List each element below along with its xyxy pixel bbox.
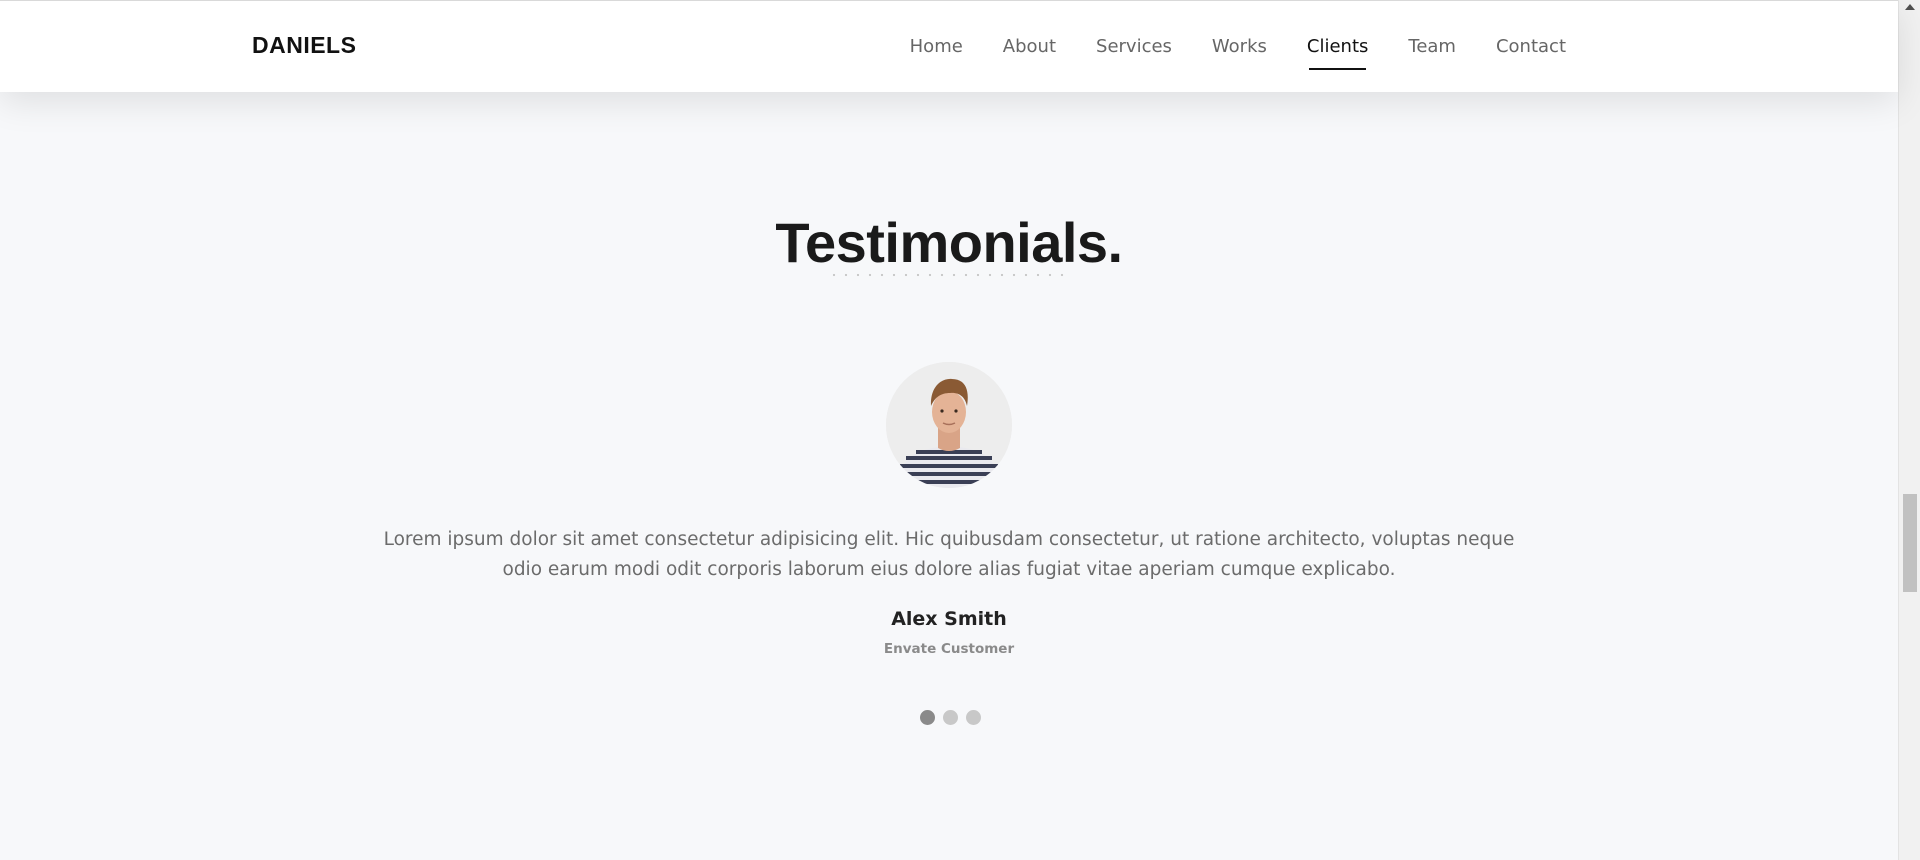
brand-logo[interactable]: DANIELS: [252, 32, 356, 59]
nav-item-contact[interactable]: Contact: [1496, 36, 1566, 58]
testimonial-avatar: [886, 362, 1012, 488]
nav-item-clients[interactable]: Clients: [1307, 36, 1368, 70]
nav-item-services[interactable]: Services: [1096, 36, 1172, 58]
testimonial-author-role: Envate Customer: [883, 641, 1015, 657]
section-title: Testimonials.: [775, 211, 1123, 274]
carousel-dot-2[interactable]: [943, 710, 958, 725]
nav-item-team[interactable]: Team: [1408, 36, 1456, 58]
testimonial-quote: Lorem ipsum dolor sit amet consectetur a…: [383, 529, 1515, 580]
main-nav: Home About Services Works Clients Team C…: [870, 36, 1566, 70]
testimonial-author-name: Alex Smith: [891, 608, 1007, 630]
page: DANIELS Home About Services Works Client…: [0, 0, 1920, 860]
scroll-up-arrow-icon[interactable]: [1905, 4, 1915, 10]
navbar: DANIELS Home About Services Works Client…: [0, 0, 1898, 92]
title-underline-dots: [828, 273, 1072, 277]
nav-item-works[interactable]: Works: [1212, 36, 1267, 58]
carousel-dot-3[interactable]: [966, 710, 981, 725]
carousel-dot-1[interactable]: [920, 710, 935, 725]
carousel-pagination: [920, 710, 981, 725]
scrollbar-thumb[interactable]: [1903, 494, 1917, 592]
nav-item-about[interactable]: About: [1003, 36, 1056, 58]
nav-item-home[interactable]: Home: [910, 36, 963, 58]
person-avatar-icon: [886, 362, 1012, 488]
vertical-scrollbar[interactable]: [1898, 0, 1920, 860]
